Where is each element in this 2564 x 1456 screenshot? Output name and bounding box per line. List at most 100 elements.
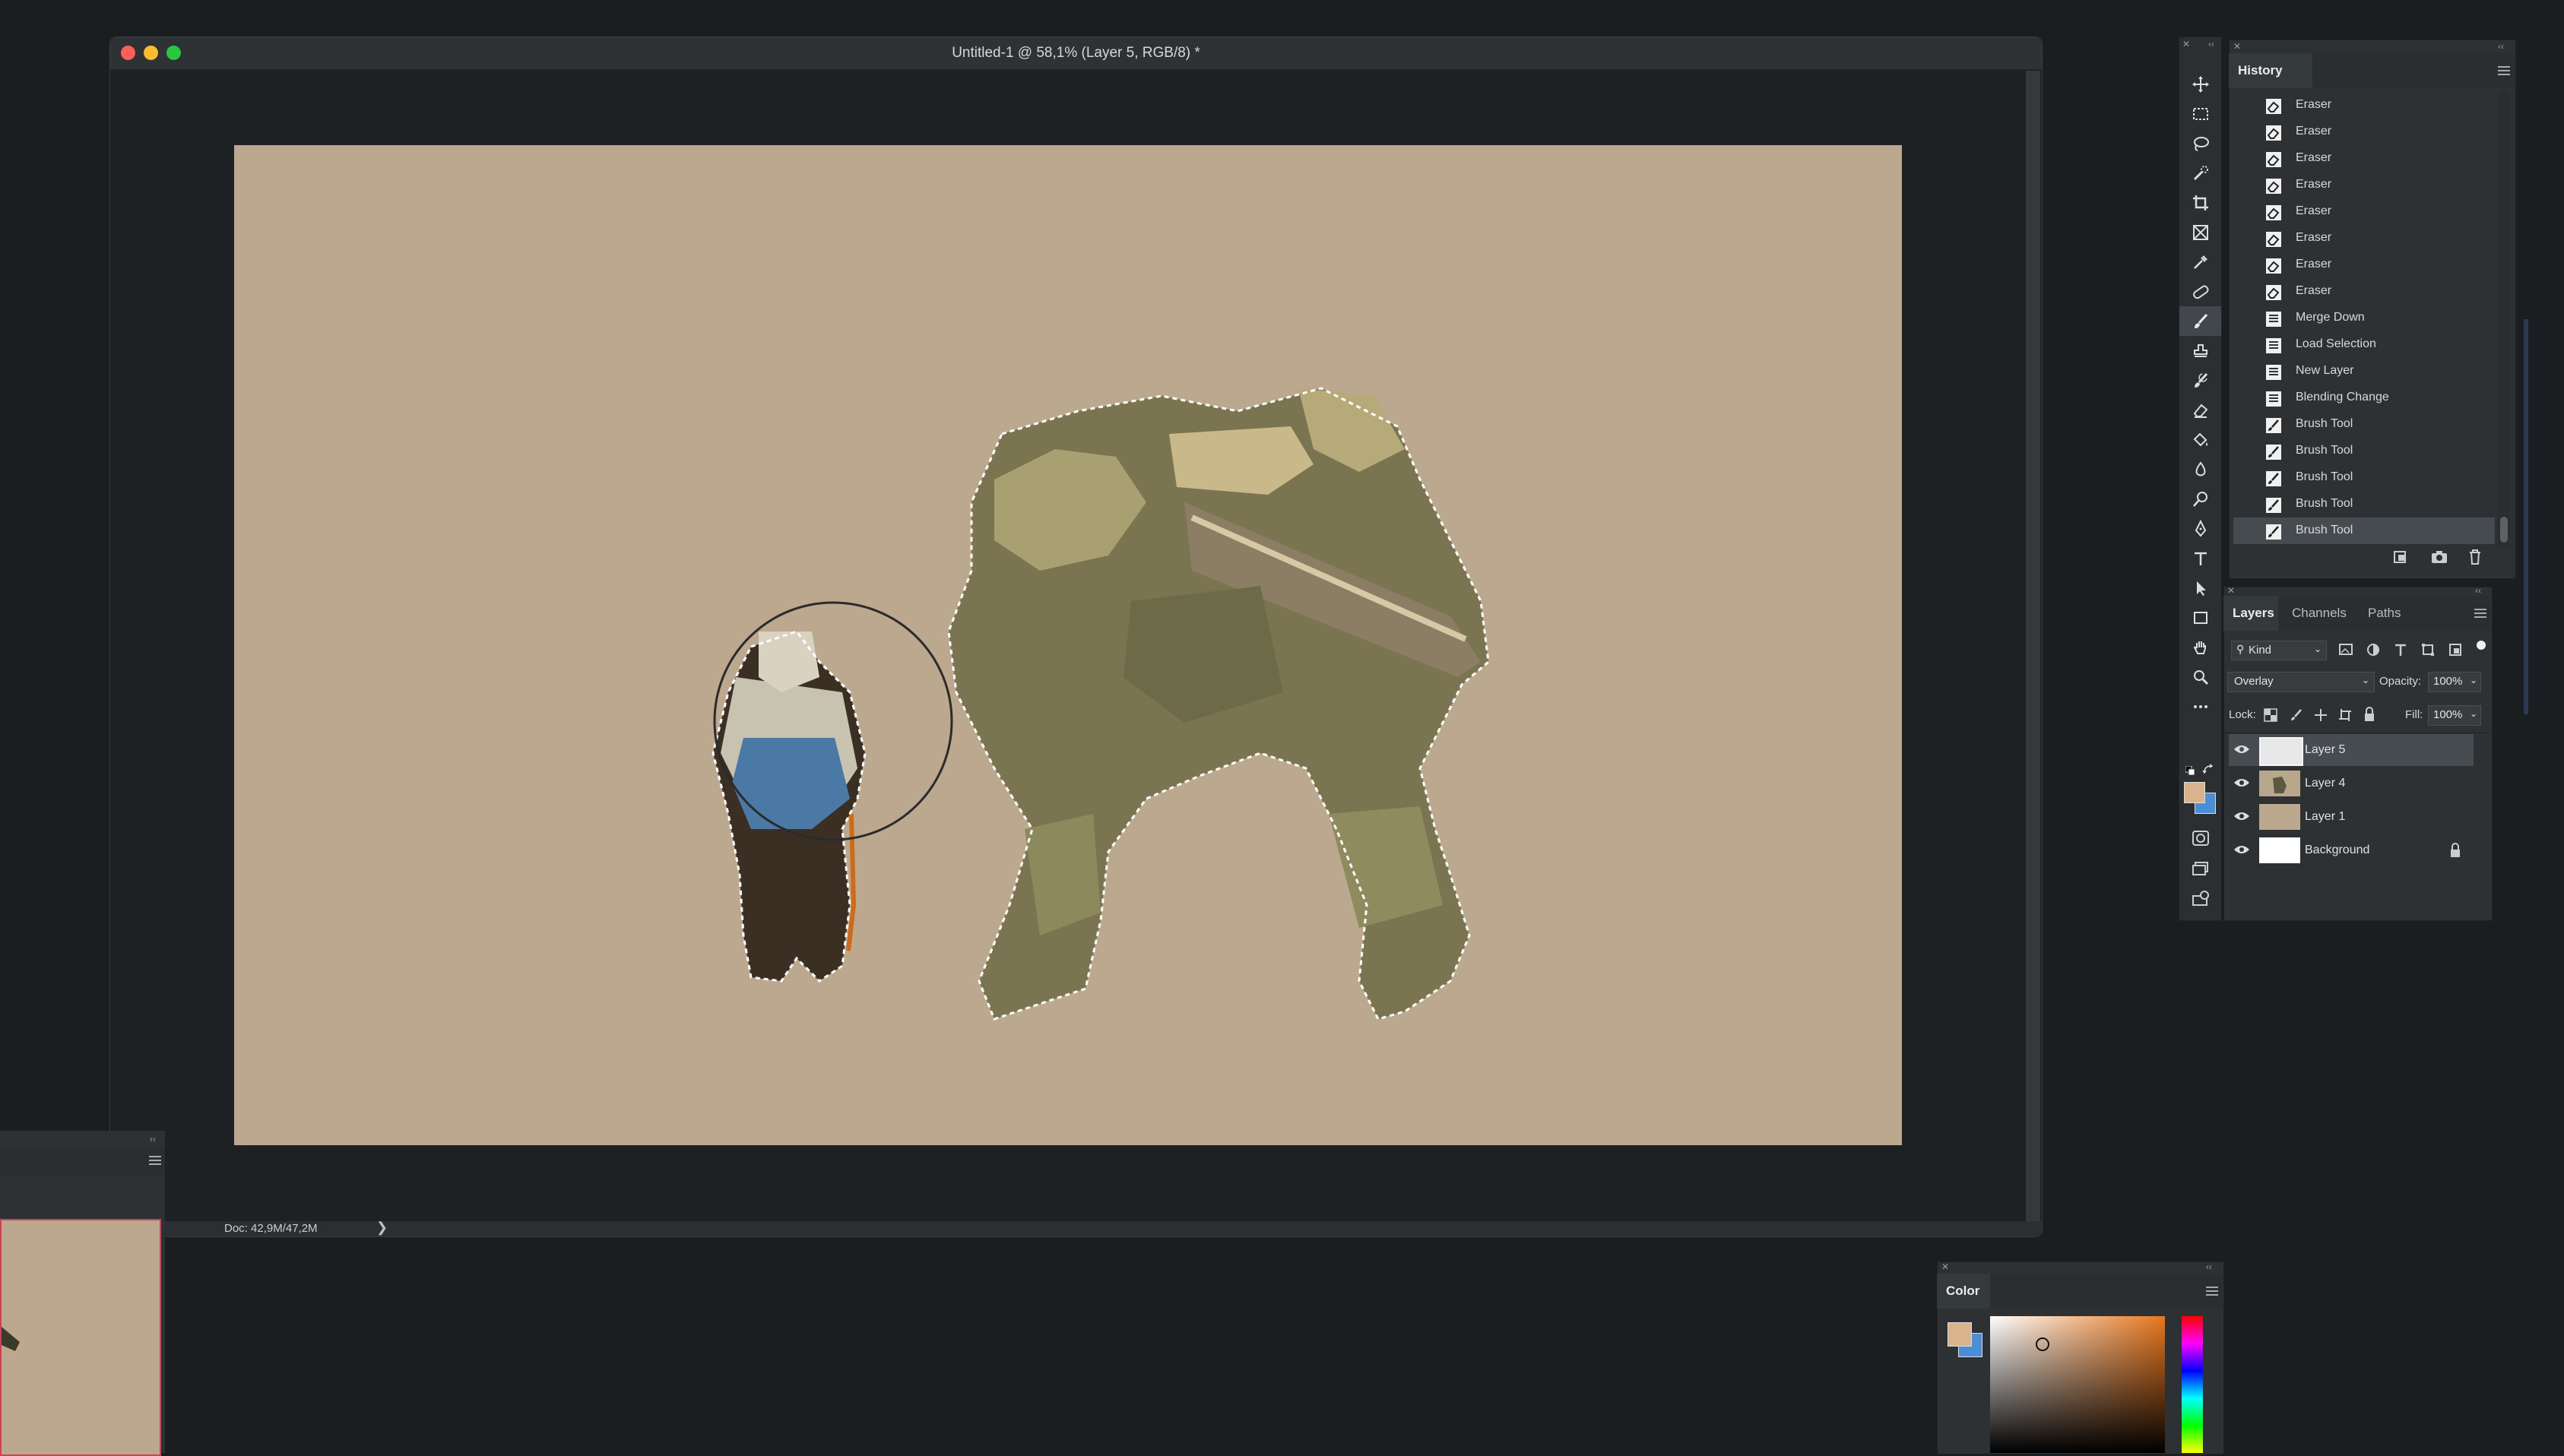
collapse-panel-icon[interactable]: ‹‹ (2475, 585, 2481, 596)
quick-selection-tool-icon[interactable] (2179, 158, 2221, 188)
lock-artboard-icon[interactable] (2338, 708, 2352, 722)
hand-tool-icon[interactable] (2179, 632, 2221, 662)
history-item-current[interactable]: Brush Tool (2233, 518, 2495, 544)
move-tool-icon[interactable] (2179, 69, 2221, 99)
visibility-eye-icon[interactable] (2233, 810, 2250, 822)
color-foreground-swatch[interactable] (1948, 1322, 1972, 1347)
status-menu-arrow[interactable]: ❯ (376, 1220, 388, 1236)
panel-menu-icon[interactable] (2474, 608, 2486, 619)
path-selection-tool-icon[interactable] (2179, 573, 2221, 603)
hue-slider[interactable] (2182, 1316, 2203, 1453)
swap-colors-icon[interactable] (2202, 763, 2214, 775)
paint-bucket-tool-icon[interactable] (2179, 425, 2221, 454)
color-picker-cursor[interactable] (2036, 1337, 2049, 1351)
filter-smart-object-icon[interactable] (2448, 642, 2463, 657)
new-document-from-state-icon[interactable] (2391, 549, 2410, 565)
layer-row-layer-5[interactable]: Layer 5 (2229, 734, 2474, 766)
history-scrollbar[interactable] (2498, 91, 2510, 547)
spot-healing-tool-icon[interactable] (2179, 277, 2221, 306)
pen-tool-icon[interactable] (2179, 514, 2221, 543)
panel-menu-icon[interactable] (2206, 1286, 2218, 1296)
lock-position-icon[interactable] (2314, 708, 2328, 722)
history-item[interactable]: Merge Down (2233, 305, 2495, 331)
layer-row-background[interactable]: Background (2229, 834, 2474, 866)
more-tools-icon[interactable] (2179, 692, 2221, 721)
rectangle-tool-icon[interactable] (2179, 603, 2221, 632)
filter-pixel-icon[interactable] (2338, 642, 2353, 657)
close-panel-icon[interactable]: ✕ (2233, 41, 2241, 52)
visibility-eye-icon[interactable] (2233, 743, 2250, 755)
tab-history[interactable]: History (2229, 53, 2312, 88)
blur-tool-icon[interactable] (2179, 454, 2221, 484)
crop-tool-icon[interactable] (2179, 188, 2221, 217)
eraser-tool-icon[interactable] (2179, 395, 2221, 425)
panel-menu-icon[interactable] (2498, 65, 2510, 76)
lock-transparent-pixels-icon[interactable] (2264, 708, 2277, 722)
document-size-status[interactable]: Doc: 42,9M/47,2M (224, 1222, 318, 1235)
history-item[interactable]: New Layer (2233, 358, 2495, 385)
screen-mode-icon[interactable] (2190, 858, 2211, 879)
brush-tool-icon[interactable] (2179, 306, 2221, 336)
type-tool-icon[interactable] (2179, 543, 2221, 573)
eyedropper-tool-icon[interactable] (2179, 247, 2221, 277)
history-item[interactable]: Eraser (2233, 92, 2495, 119)
color-saturation-field[interactable] (1990, 1316, 2165, 1453)
history-item[interactable]: Brush Tool (2233, 411, 2495, 438)
layer-row-layer-1[interactable]: Layer 1 (2229, 801, 2474, 833)
quick-mask-icon[interactable] (2190, 828, 2211, 849)
trash-icon[interactable] (2467, 549, 2483, 565)
zoom-tool-icon[interactable] (2179, 662, 2221, 692)
history-brush-tool-icon[interactable] (2179, 366, 2221, 395)
visibility-eye-icon[interactable] (2233, 777, 2250, 789)
dodge-tool-icon[interactable] (2179, 484, 2221, 514)
tab-color[interactable]: Color (1937, 1274, 1990, 1309)
layer-filter-kind-select[interactable]: ⚲ Kind ⌄ (2231, 641, 2327, 660)
collapse-panel-icon[interactable]: ‹‹ (2498, 41, 2504, 52)
frame-tool-icon[interactable] (2179, 217, 2221, 247)
history-scrollbar-thumb[interactable] (2500, 517, 2508, 543)
document-vertical-scrollbar[interactable] (2026, 71, 2040, 1232)
blend-mode-select[interactable]: Overlay ⌄ (2227, 672, 2375, 692)
close-toolbar-icon[interactable]: ✕ (2182, 39, 2190, 49)
history-item[interactable]: Eraser (2233, 252, 2495, 278)
history-item[interactable]: Eraser (2233, 145, 2495, 172)
layer-row-layer-4[interactable]: Layer 4 (2229, 768, 2474, 799)
history-item[interactable]: Brush Tool (2233, 464, 2495, 491)
clone-stamp-tool-icon[interactable] (2179, 336, 2221, 366)
history-item[interactable]: Eraser (2233, 172, 2495, 198)
history-item[interactable]: Eraser (2233, 198, 2495, 225)
close-panel-icon[interactable]: ✕ (1941, 1261, 1949, 1272)
marquee-tool-icon[interactable] (2179, 99, 2221, 128)
history-item[interactable]: Eraser (2233, 119, 2495, 145)
history-item[interactable]: Eraser (2233, 278, 2495, 305)
tab-layers[interactable]: Layers (2223, 596, 2278, 631)
history-item[interactable]: Load Selection (2233, 331, 2495, 358)
history-item[interactable]: Brush Tool (2233, 438, 2495, 464)
fill-field[interactable]: 100% ⌄ (2428, 705, 2481, 726)
tab-channels[interactable]: Channels (2292, 606, 2347, 621)
lock-all-icon[interactable] (2363, 707, 2376, 722)
collapse-panel-icon[interactable]: ‹‹ (2206, 1261, 2212, 1272)
panel-menu-icon[interactable] (149, 1155, 161, 1166)
lasso-tool-icon[interactable] (2179, 128, 2221, 158)
close-panel-icon[interactable]: ✕ (2227, 585, 2235, 596)
filter-shape-icon[interactable] (2420, 642, 2436, 657)
canvas[interactable] (234, 145, 1902, 1145)
navigator-preview[interactable] (0, 1219, 161, 1456)
document-titlebar[interactable]: Untitled-1 @ 58,1% (Layer 5, RGB/8) * (110, 37, 2042, 70)
filter-adjustment-icon[interactable] (2366, 642, 2381, 657)
tab-paths[interactable]: Paths (2368, 606, 2401, 621)
foreground-color-swatch[interactable] (2184, 782, 2205, 803)
lock-image-pixels-icon[interactable] (2290, 708, 2303, 722)
collapse-panel-icon[interactable]: ‹‹ (150, 1134, 156, 1144)
collapse-toolbar-icon[interactable]: ‹‹ (2208, 39, 2214, 49)
opacity-field[interactable]: 100% ⌄ (2428, 672, 2481, 692)
history-item[interactable]: Blending Change (2233, 385, 2495, 411)
history-item[interactable]: Brush Tool (2233, 491, 2495, 518)
visibility-eye-icon[interactable] (2233, 844, 2250, 856)
filter-toggle-icon[interactable] (2477, 641, 2486, 650)
snapshot-camera-icon[interactable] (2430, 549, 2448, 565)
edit-toolbar-icon[interactable] (2190, 888, 2211, 910)
history-item[interactable]: Eraser (2233, 225, 2495, 252)
default-colors-icon[interactable] (2185, 765, 2195, 776)
